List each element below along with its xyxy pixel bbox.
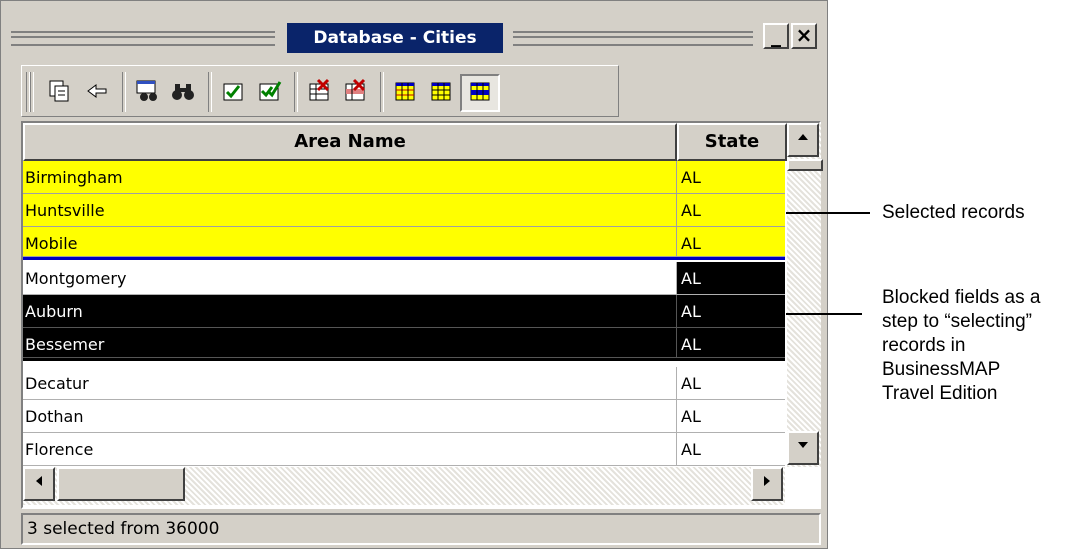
callout-line: step to “selecting” (882, 311, 1032, 332)
database-window: Database - Cities _ × Area Name State Bi… (0, 0, 828, 549)
table-row[interactable]: Decatur AL (23, 367, 785, 400)
find-records-icon[interactable] (132, 76, 162, 106)
grid-yellow-icon[interactable] (390, 76, 420, 106)
horizontal-scroll-thumb[interactable] (57, 467, 185, 501)
toolbar-separator (380, 72, 384, 112)
column-header-state[interactable]: State (677, 123, 787, 161)
arrow-right-icon (764, 476, 770, 486)
cell-area-name[interactable]: Bessemer (23, 328, 677, 358)
toolbar-separator (294, 72, 298, 112)
cell-area-name[interactable]: Auburn (23, 295, 677, 328)
table-row[interactable]: Huntsville AL (23, 194, 785, 227)
table-row[interactable]: Auburn AL (23, 295, 785, 328)
close-button[interactable]: × (791, 23, 817, 49)
horizontal-scrollbar[interactable] (23, 467, 785, 505)
data-grid: Area Name State Birmingham AL Huntsville… (21, 121, 823, 509)
scroll-left-button[interactable] (23, 467, 55, 501)
cell-area-name[interactable]: Decatur (23, 367, 677, 400)
cell-state[interactable]: AL (677, 400, 785, 433)
minimize-button[interactable]: _ (763, 23, 789, 49)
vertical-scroll-thumb[interactable] (787, 159, 823, 171)
toolbar-separator (122, 72, 126, 112)
window-title: Database - Cities (287, 23, 503, 53)
cell-state[interactable]: AL (677, 262, 785, 295)
toolbar-separator (208, 72, 212, 112)
cell-area-name[interactable]: Montgomery (23, 262, 677, 295)
cell-state[interactable]: AL (677, 161, 785, 194)
binoculars-icon[interactable] (168, 76, 198, 106)
cell-state[interactable]: AL (677, 194, 785, 227)
arrow-up-icon (798, 134, 808, 140)
cell-area-name[interactable]: Dothan (23, 400, 677, 433)
vertical-scrollbar[interactable] (787, 123, 823, 467)
scroll-down-button[interactable] (787, 431, 819, 465)
table-row[interactable]: Montgomery AL (23, 262, 785, 295)
copy-icon[interactable] (44, 76, 74, 106)
toolbar-handle[interactable] (30, 72, 34, 112)
select-all-checked-icon[interactable] (254, 76, 284, 106)
callout-line: records in (882, 335, 966, 356)
grid-blue-icon[interactable] (460, 74, 500, 112)
cell-state[interactable]: AL (677, 433, 785, 466)
scroll-right-button[interactable] (751, 467, 783, 501)
table-row[interactable]: Florence AL (23, 433, 785, 466)
arrow-down-icon (798, 442, 808, 448)
select-checked-icon[interactable] (218, 76, 248, 106)
grid-yellow-blue-icon[interactable] (426, 76, 456, 106)
title-grip-right (513, 31, 753, 46)
clear-all-selection-icon[interactable] (340, 76, 370, 106)
callout-leader-selected (786, 212, 870, 214)
toolbar (21, 65, 619, 117)
clear-selection-icon[interactable] (304, 76, 334, 106)
column-header-area-name[interactable]: Area Name (23, 123, 677, 161)
title-grip-left (11, 31, 275, 46)
callout-selected-records: Selected records (882, 202, 1025, 223)
cell-state[interactable]: AL (677, 367, 785, 400)
table-row[interactable]: Dothan AL (23, 400, 785, 433)
cell-state[interactable]: AL (677, 328, 785, 358)
cell-state[interactable]: AL (677, 295, 785, 328)
cell-state[interactable]: AL (677, 227, 785, 257)
callout-blocked-fields: Blocked fields as a step to “selecting” … (882, 286, 1040, 406)
cell-area-name[interactable]: Florence (23, 433, 677, 466)
cell-area-name[interactable]: Birmingham (23, 161, 677, 194)
callout-leader-blocked (786, 313, 862, 315)
paste-icon[interactable] (82, 76, 112, 106)
title-bar[interactable]: Database - Cities _ × (7, 17, 821, 59)
table-row[interactable]: Mobile AL (23, 227, 785, 260)
table-row[interactable]: Bessemer AL (23, 328, 785, 361)
table-row[interactable]: Birmingham AL (23, 161, 785, 194)
cell-area-name[interactable]: Huntsville (23, 194, 677, 227)
callout-line: BusinessMAP (882, 359, 1001, 380)
arrow-left-icon (36, 476, 42, 486)
scroll-up-button[interactable] (787, 123, 819, 157)
callout-line: Travel Edition (882, 383, 998, 404)
callout-line: Blocked fields as a (882, 287, 1041, 308)
cell-area-name[interactable]: Mobile (23, 227, 677, 257)
status-bar: 3 selected from 36000 (21, 513, 821, 545)
